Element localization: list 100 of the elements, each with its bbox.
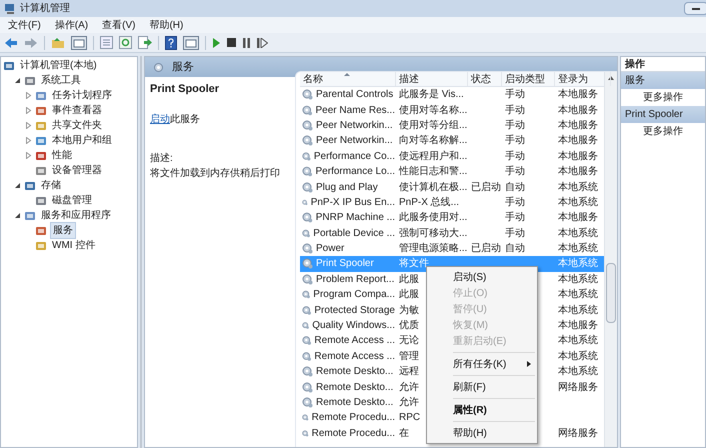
tree-item[interactable]: WMI 控件 <box>50 238 98 253</box>
service-name[interactable]: Quality Windows... <box>311 318 396 334</box>
help-icon[interactable] <box>165 36 177 50</box>
scrollbar[interactable] <box>604 72 617 447</box>
table-cell-text: RPC <box>399 411 420 426</box>
list-icon[interactable] <box>100 36 113 49</box>
expand-arrow-icon[interactable] <box>25 107 32 114</box>
table-cell-text: 向对等名称解... <box>399 134 468 148</box>
service-name[interactable]: Peer Name Res... <box>314 102 396 118</box>
service-name[interactable]: Portable Device ... <box>312 226 396 241</box>
service-name[interactable]: Program Compa... <box>312 287 396 302</box>
action-link[interactable]: 更多操作 <box>621 89 705 106</box>
sort-arrow-icon <box>344 73 350 76</box>
column-header[interactable]: 名称 <box>300 72 396 86</box>
node-icon <box>24 74 36 86</box>
service-name[interactable]: Power <box>315 241 346 256</box>
service-name[interactable]: PNRP Machine ... <box>314 210 396 226</box>
forward-icon[interactable] <box>24 36 38 48</box>
gear-icon <box>302 166 313 178</box>
service-name[interactable]: Parental Controls <box>315 87 394 102</box>
column-header[interactable]: 状态 <box>468 72 502 86</box>
node-icon <box>35 134 47 146</box>
tree-item[interactable]: 计算机管理(本地) <box>18 58 99 73</box>
service-name[interactable]: Remote Access ... <box>313 333 396 348</box>
menu-item[interactable]: 帮助(H) <box>427 425 537 441</box>
back-icon[interactable] <box>4 36 18 48</box>
export-icon[interactable] <box>138 36 152 49</box>
service-name[interactable]: Remote Deskto... <box>315 395 394 410</box>
menu-item[interactable]: 查看(V) <box>102 18 136 32</box>
column-header[interactable]: 启动类型 <box>502 72 555 86</box>
service-name[interactable]: Remote Access ... <box>313 348 396 364</box>
service-name[interactable]: Remote Procedu... <box>310 410 396 426</box>
table-cell-text: 本地服务 <box>558 318 598 334</box>
tree-item[interactable]: 本地用户和组 <box>50 133 114 148</box>
folder-icon[interactable] <box>51 36 65 48</box>
actions-section-header[interactable]: 服务 <box>621 72 705 89</box>
service-name[interactable]: Peer Networkin... <box>315 133 394 148</box>
expand-arrow-icon[interactable] <box>25 122 32 129</box>
service-name[interactable]: Plug and Play <box>315 180 379 195</box>
gear-icon <box>302 104 313 116</box>
scroll-thumb[interactable] <box>606 263 616 323</box>
service-name[interactable]: Peer Networkin... <box>315 118 394 133</box>
expand-arrow-icon[interactable] <box>25 92 32 99</box>
window-title: 计算机管理 <box>20 2 71 16</box>
table-cell-text: 已启动 <box>471 180 501 195</box>
node-icon <box>24 180 36 192</box>
menu-item[interactable]: 刷新(F) <box>427 379 537 395</box>
description-text: 将文件加载到内存供稍后打印 <box>150 166 281 180</box>
pause-icon[interactable] <box>242 38 251 48</box>
tree-item[interactable]: 磁盘管理 <box>50 193 94 208</box>
resume-icon[interactable] <box>257 38 268 48</box>
minimize-button[interactable] <box>684 2 706 15</box>
expand-arrow-icon[interactable] <box>25 137 32 144</box>
table-cell-text: 在 <box>399 426 409 441</box>
tree-item[interactable]: 服务和应用程序 <box>39 208 113 223</box>
table-cell-text: 网络服务 <box>558 380 598 395</box>
menu-item[interactable]: 属性(R) <box>427 402 537 418</box>
menu-item[interactable]: 启动(S) <box>427 269 537 285</box>
menu-item[interactable]: 帮助(H) <box>149 18 184 32</box>
actions-section-header[interactable]: Print Spooler <box>621 106 705 123</box>
table-cell-text: 网络服务 <box>558 426 598 441</box>
panel-icon[interactable] <box>71 36 87 50</box>
tree-item[interactable]: 共享文件夹 <box>50 118 104 133</box>
tree-item[interactable]: 服务 <box>50 222 76 239</box>
table-cell-text: 此服务是 Vis... <box>399 88 464 102</box>
tree-item[interactable]: 设备管理器 <box>50 163 104 178</box>
tree-item[interactable]: 任务计划程序 <box>50 88 114 103</box>
table-cell-text: 手动 <box>505 196 525 210</box>
collapse-arrow-icon[interactable] <box>14 212 21 219</box>
table-cell-text: 允许 <box>399 380 419 395</box>
service-name[interactable]: Remote Procedu... <box>310 426 396 441</box>
panel-icon[interactable] <box>183 36 199 50</box>
table-cell-text: 本地服务 <box>558 104 598 118</box>
service-name[interactable]: Problem Report... <box>315 272 396 287</box>
menu-item[interactable]: 文件(F) <box>8 18 41 32</box>
tree-item[interactable]: 事件查看器 <box>50 103 104 118</box>
tree-item[interactable]: 系统工具 <box>39 73 83 88</box>
tree-item[interactable]: 存储 <box>39 178 63 193</box>
refresh-icon[interactable] <box>119 36 132 49</box>
service-name[interactable]: Remote Deskto... <box>315 364 394 380</box>
menu-item[interactable]: 所有任务(K) <box>427 356 537 372</box>
service-name[interactable]: Remote Deskto... <box>315 380 394 395</box>
expand-arrow-icon[interactable] <box>25 152 32 159</box>
action-link[interactable]: 更多操作 <box>621 123 705 140</box>
service-name[interactable]: Performance Co... <box>312 148 396 164</box>
play-icon[interactable] <box>212 38 221 48</box>
table-cell-text: 本地系统 <box>558 364 598 380</box>
collapse-arrow-icon[interactable] <box>14 77 21 84</box>
column-header[interactable]: 描述 <box>396 72 468 86</box>
service-name[interactable]: Protected Storage <box>313 302 396 318</box>
menu-item[interactable]: 操作(A) <box>54 18 88 32</box>
service-name[interactable]: PnP-X IP Bus En... <box>310 194 396 210</box>
start-link[interactable]: 启动 <box>150 114 170 124</box>
start-service-text: 启动此服务 <box>150 112 201 126</box>
tree-item[interactable]: 性能 <box>50 148 74 163</box>
service-name[interactable]: Performance Lo... <box>314 164 396 180</box>
table-cell-text: 本地服务 <box>558 134 598 148</box>
collapse-arrow-icon[interactable] <box>14 182 21 189</box>
service-title: Print Spooler <box>150 82 220 97</box>
node-icon <box>35 150 47 162</box>
